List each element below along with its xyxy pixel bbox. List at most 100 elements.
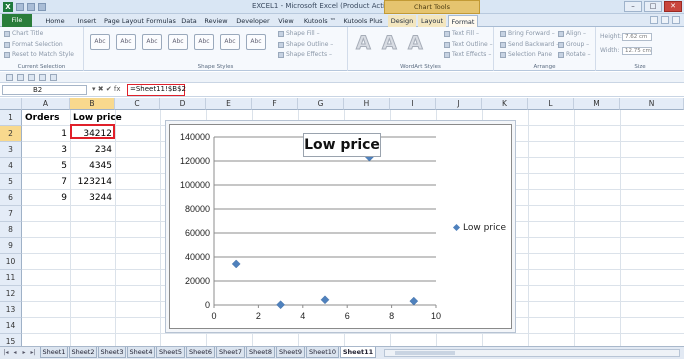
chart-legend[interactable]: Low price [452, 223, 506, 233]
tab-view[interactable]: View [275, 15, 297, 27]
close-icon[interactable]: ✕ [664, 1, 682, 12]
sheet-tab[interactable]: Sheet6 [186, 347, 215, 358]
row-header[interactable]: 2 [0, 126, 22, 142]
formula-input[interactable]: =Sheet11!$B$2 [127, 84, 186, 96]
height-input[interactable]: 7.62 cm [622, 33, 652, 41]
selection-pane-button[interactable]: Selection Pane [500, 51, 552, 58]
column-header[interactable]: G [298, 98, 344, 110]
bring-forward-button[interactable]: Bring Forward – [500, 30, 555, 37]
column-header[interactable]: A [22, 98, 70, 110]
column-header[interactable]: E [206, 98, 252, 110]
row-header[interactable]: 6 [0, 190, 22, 206]
rotate-button[interactable]: Rotate – [558, 51, 591, 58]
redo-icon[interactable] [28, 74, 35, 81]
format-selection-button[interactable]: Format Selection [4, 41, 63, 48]
shape-style-6[interactable]: Abc [220, 34, 240, 50]
row-header[interactable]: 4 [0, 158, 22, 174]
next-sheet-icon[interactable]: ▸ [20, 349, 28, 357]
column-header[interactable]: B [70, 98, 115, 110]
sheet-tab[interactable]: Sheet7 [216, 347, 245, 358]
row-header[interactable]: 13 [0, 302, 22, 318]
first-sheet-icon[interactable]: |◂ [2, 349, 10, 357]
column-header[interactable]: L [528, 98, 574, 110]
sheet-tab[interactable]: Sheet8 [246, 347, 275, 358]
tab-review[interactable]: Review [202, 15, 230, 27]
formula-buttons[interactable]: ▾ ✖ ✔ fx [92, 85, 121, 93]
row-header[interactable]: 1 [0, 110, 22, 126]
tab-file[interactable]: File [2, 14, 32, 27]
sheet-tab[interactable]: Sheet2 [69, 347, 97, 358]
maximize-icon[interactable]: □ [644, 1, 662, 12]
minimize-icon[interactable]: – [624, 1, 642, 12]
horizontal-scrollbar[interactable] [384, 349, 680, 357]
wordart-style-3[interactable]: A [408, 32, 424, 55]
row-header[interactable]: 5 [0, 174, 22, 190]
sheet-tab[interactable]: Sheet3 [98, 347, 126, 358]
prev-sheet-icon[interactable]: ◂ [11, 349, 19, 357]
column-header[interactable]: K [482, 98, 528, 110]
scrollbar-thumb[interactable] [395, 351, 455, 355]
column-header[interactable]: M [574, 98, 620, 110]
cell-A3[interactable]: 3 [22, 142, 70, 158]
row-header[interactable]: 8 [0, 222, 22, 238]
tab-layout[interactable]: Layout [418, 15, 446, 27]
row-header[interactable]: 15 [0, 334, 22, 346]
column-header[interactable]: J [436, 98, 482, 110]
row-header[interactable]: 9 [0, 238, 22, 254]
wordart-style-2[interactable]: A [382, 32, 398, 55]
customize-toolbar-icon[interactable] [50, 74, 57, 81]
column-header[interactable]: F [252, 98, 298, 110]
cell-A5[interactable]: 7 [22, 174, 70, 190]
select-all-corner[interactable] [0, 98, 22, 110]
tab-page-layout[interactable]: Page Layout [104, 15, 144, 27]
tab-formulas[interactable]: Formulas [144, 15, 178, 27]
row-header[interactable]: 7 [0, 206, 22, 222]
tab-developer[interactable]: Developer [233, 15, 273, 27]
chart-title[interactable]: Low price [303, 133, 381, 157]
tab-format[interactable]: Format [448, 15, 478, 27]
chart-element-dropdown[interactable]: Chart Title [4, 30, 43, 37]
close-workbook-icon[interactable] [672, 16, 680, 24]
tab-kutools-plus[interactable]: Kutools Plus [340, 15, 386, 27]
tab-design[interactable]: Design [388, 15, 416, 27]
column-header[interactable]: N [620, 98, 684, 110]
reset-style-button[interactable]: Reset to Match Style [4, 51, 74, 58]
cell-A2[interactable]: 1 [22, 126, 70, 142]
row-header[interactable]: 3 [0, 142, 22, 158]
width-input[interactable]: 12.75 cm [622, 47, 652, 55]
cell-B3[interactable]: 234 [70, 142, 115, 158]
cell-A4[interactable]: 5 [22, 158, 70, 174]
align-button[interactable]: Align – [558, 30, 586, 37]
tab-kutools[interactable]: Kutools ™ [302, 15, 338, 27]
sheet-tab[interactable]: Sheet5 [156, 347, 185, 358]
cell-A6[interactable]: 9 [22, 190, 70, 206]
row-header[interactable]: 11 [0, 270, 22, 286]
sheet-tab[interactable]: Sheet9 [276, 347, 305, 358]
shape-style-1[interactable]: Abc [90, 34, 110, 50]
column-header[interactable]: D [160, 98, 206, 110]
column-header[interactable]: I [390, 98, 436, 110]
group-button[interactable]: Group – [558, 41, 589, 48]
shape-style-5[interactable]: Abc [194, 34, 214, 50]
last-sheet-icon[interactable]: ▸| [29, 349, 37, 357]
shape-style-2[interactable]: Abc [116, 34, 136, 50]
cell-B4[interactable]: 4345 [70, 158, 115, 174]
sheet-tab[interactable]: Sheet4 [127, 347, 155, 358]
shape-style-7[interactable]: Abc [246, 34, 266, 50]
send-backward-button[interactable]: Send Backward – [500, 41, 559, 48]
shape-style-3[interactable]: Abc [142, 34, 162, 50]
shape-effects-button[interactable]: Shape Effects – [278, 51, 332, 58]
tab-data[interactable]: Data [178, 15, 200, 27]
help-icon[interactable] [650, 16, 658, 24]
undo-icon[interactable] [17, 74, 24, 81]
shape-fill-button[interactable]: Shape Fill – [278, 30, 320, 37]
row-header[interactable]: 10 [0, 254, 22, 270]
column-header[interactable]: H [344, 98, 390, 110]
name-box[interactable]: B2 [2, 85, 87, 95]
wordart-style-1[interactable]: A [356, 32, 372, 55]
scatter-chart[interactable]: 0 20000 40000 60000 80000 100000 120000 140000 0… [169, 124, 512, 329]
tab-insert[interactable]: Insert [72, 15, 102, 27]
print-icon[interactable] [39, 74, 46, 81]
sheet-tab-active[interactable]: Sheet11 [340, 347, 376, 358]
text-fill-button[interactable]: Text Fill – [444, 30, 479, 37]
